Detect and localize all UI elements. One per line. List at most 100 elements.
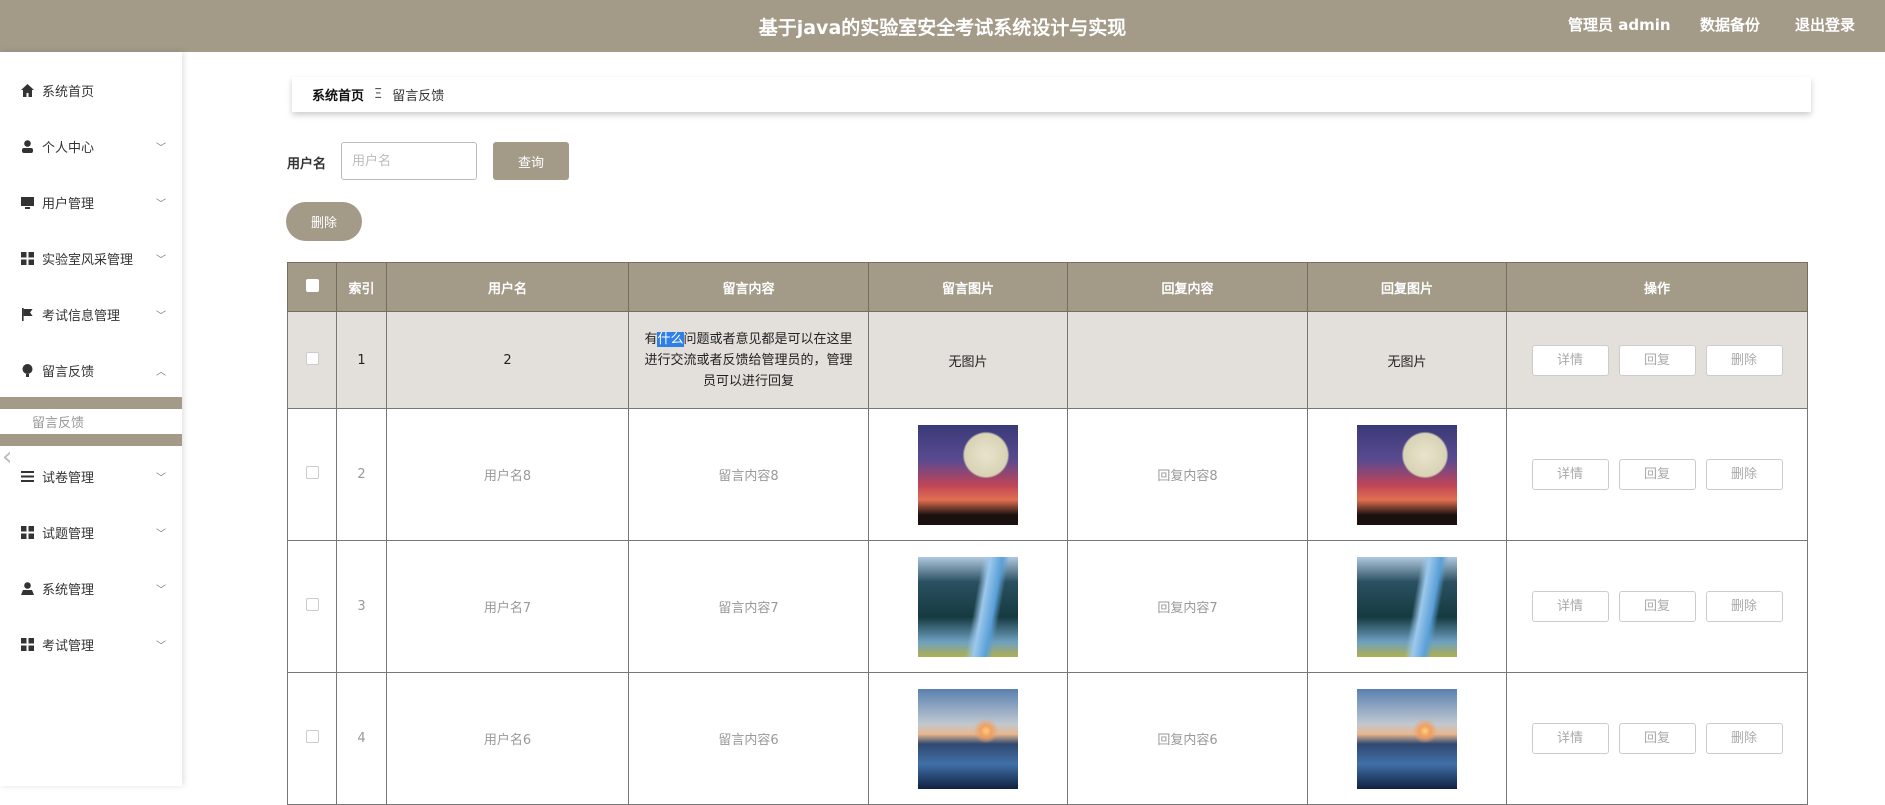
sidebar-item-feedback[interactable]: 留言反馈 ︿ <box>0 355 182 385</box>
column-header: 回复图片 <box>1307 262 1507 312</box>
moon-tree-image[interactable] <box>918 424 1018 525</box>
list-icon <box>20 469 34 483</box>
sidebar-item-label: 考试管理 <box>42 638 95 654</box>
table-row: 1 2 有什么问题或者意见都是可以在这里进行交流或者反馈给管理员的，管理员可以进… <box>287 311 1808 409</box>
sidebar-item-papers[interactable]: 试卷管理 ﹀ <box>0 461 182 491</box>
mountain-sunset-image[interactable] <box>918 688 1018 789</box>
mountain-sunset-image[interactable] <box>1357 688 1457 789</box>
sidebar-item-label: 试题管理 <box>42 526 95 542</box>
content-cell: 留言内容8 <box>628 408 869 541</box>
select-all-cell <box>287 262 337 312</box>
chevron-down-icon: ﹀ <box>156 198 166 210</box>
query-button[interactable]: 查询 <box>493 142 569 180</box>
reply-image-cell <box>1307 408 1507 541</box>
detail-button[interactable]: 详情 <box>1531 591 1609 622</box>
sidebar-item-label: 系统管理 <box>42 582 95 598</box>
sidebar-subitem-feedback[interactable]: 留言反馈 <box>32 412 84 431</box>
home-icon <box>20 83 34 97</box>
sidebar-item-users[interactable]: 用户管理 ﹀ <box>0 187 182 217</box>
reply-button[interactable]: 回复 <box>1618 459 1696 490</box>
moon-tree-image[interactable] <box>1357 424 1457 525</box>
reply-button[interactable]: 回复 <box>1618 723 1696 754</box>
username-cell: 用户名8 <box>386 408 629 541</box>
detail-button[interactable]: 详情 <box>1531 459 1609 490</box>
content-cell: 留言内容7 <box>628 540 869 673</box>
reply-cell <box>1067 311 1308 409</box>
bulb-icon <box>20 363 34 377</box>
delete-button[interactable]: 删除 <box>1705 723 1783 754</box>
username-search-input[interactable] <box>341 142 477 180</box>
breadcrumb: 系统首页 Ξ 留言反馈 <box>292 77 1811 112</box>
grid-icon <box>20 637 34 651</box>
delete-button[interactable]: 删除 <box>1705 591 1783 622</box>
index-cell: 1 <box>336 311 387 409</box>
sidebar-item-lab-showcase[interactable]: 实验室风采管理 ﹀ <box>0 243 182 273</box>
image-cell: 无图片 <box>868 311 1068 409</box>
waterfall-image[interactable] <box>918 556 1018 657</box>
reply-image-cell <box>1307 672 1507 805</box>
delete-button[interactable]: 删除 <box>1705 344 1783 376</box>
select-all-checkbox[interactable] <box>305 278 319 292</box>
sidebar-item-label: 试卷管理 <box>42 470 95 486</box>
actions-cell: 详情 回复 删除 <box>1506 672 1808 805</box>
sidebar-item-exams[interactable]: 考试管理 ﹀ <box>0 629 182 659</box>
feedback-table: 索引 用户名 留言内容 留言图片 回复内容 回复图片 操作 1 2 有什么问题或… <box>287 262 1808 805</box>
sidebar-item-label: 个人中心 <box>42 140 95 156</box>
chevron-up-icon: ︿ <box>156 366 166 378</box>
username-cell: 用户名6 <box>386 672 629 805</box>
reply-cell: 回复内容8 <box>1067 408 1308 541</box>
reply-button[interactable]: 回复 <box>1618 344 1696 376</box>
chevron-down-icon: ﹀ <box>156 528 166 540</box>
username-cell: 2 <box>386 311 629 409</box>
top-header: 基于java的实验室安全考试系统设计与实现 管理员 admin 数据备份 退出登… <box>0 0 1885 52</box>
batch-delete-button[interactable]: 删除 <box>286 202 362 241</box>
waterfall-image[interactable] <box>1357 556 1457 657</box>
username-label: 用户名 <box>287 157 327 172</box>
chevron-down-icon: ﹀ <box>156 254 166 266</box>
sidebar-item-label: 留言反馈 <box>42 364 95 380</box>
sidebar-item-home[interactable]: 系统首页 <box>0 75 182 105</box>
submenu-divider <box>0 434 182 446</box>
detail-button[interactable]: 详情 <box>1531 723 1609 754</box>
row-select-cell <box>287 672 337 805</box>
column-header: 回复内容 <box>1067 262 1308 312</box>
logout-link[interactable]: 退出登录 <box>1795 14 1855 35</box>
table-row: 2 用户名8 留言内容8 回复内容8 详情 回复 删除 <box>287 408 1808 541</box>
chevron-down-icon: ﹀ <box>156 584 166 596</box>
column-header: 操作 <box>1506 262 1808 312</box>
data-backup-link[interactable]: 数据备份 <box>1700 14 1760 35</box>
row-checkbox[interactable] <box>305 466 319 479</box>
row-select-cell <box>287 408 337 541</box>
reply-button[interactable]: 回复 <box>1618 591 1696 622</box>
submenu-divider <box>0 397 182 409</box>
row-select-cell <box>287 540 337 673</box>
admin-user-link[interactable]: 管理员 admin <box>1568 14 1671 35</box>
sidebar-item-questions[interactable]: 试题管理 ﹀ <box>0 517 182 547</box>
grid-icon <box>20 251 34 265</box>
image-cell <box>868 540 1068 673</box>
flag-icon <box>20 307 34 321</box>
sidebar-item-label: 系统首页 <box>42 84 95 100</box>
detail-button[interactable]: 详情 <box>1531 344 1609 376</box>
image-cell <box>868 408 1068 541</box>
chevron-down-icon: ﹀ <box>156 310 166 322</box>
sidebar-item-personal[interactable]: 个人中心 ﹀ <box>0 131 182 161</box>
actions-cell: 详情 回复 删除 <box>1506 540 1808 673</box>
breadcrumb-home[interactable]: 系统首页 <box>312 85 364 104</box>
reply-image-cell <box>1307 540 1507 673</box>
content-cell: 留言内容6 <box>628 672 869 805</box>
content-cell: 有什么问题或者意见都是可以在这里进行交流或者反馈给管理员的，管理员可以进行回复 <box>628 311 869 409</box>
delete-button[interactable]: 删除 <box>1705 459 1783 490</box>
row-checkbox[interactable] <box>305 598 319 611</box>
sidebar-item-system[interactable]: 系统管理 ﹀ <box>0 573 182 603</box>
sidebar-item-exam-info[interactable]: 考试信息管理 ﹀ <box>0 299 182 329</box>
reply-cell: 回复内容6 <box>1067 672 1308 805</box>
row-checkbox[interactable] <box>305 730 319 743</box>
row-checkbox[interactable] <box>305 351 319 365</box>
table-row: 3 用户名7 留言内容7 回复内容7 详情 回复 删除 <box>287 540 1808 673</box>
index-cell: 4 <box>336 672 387 805</box>
index-cell: 3 <box>336 540 387 673</box>
sidebar-item-label: 用户管理 <box>42 196 95 212</box>
image-cell <box>868 672 1068 805</box>
index-cell: 2 <box>336 408 387 541</box>
